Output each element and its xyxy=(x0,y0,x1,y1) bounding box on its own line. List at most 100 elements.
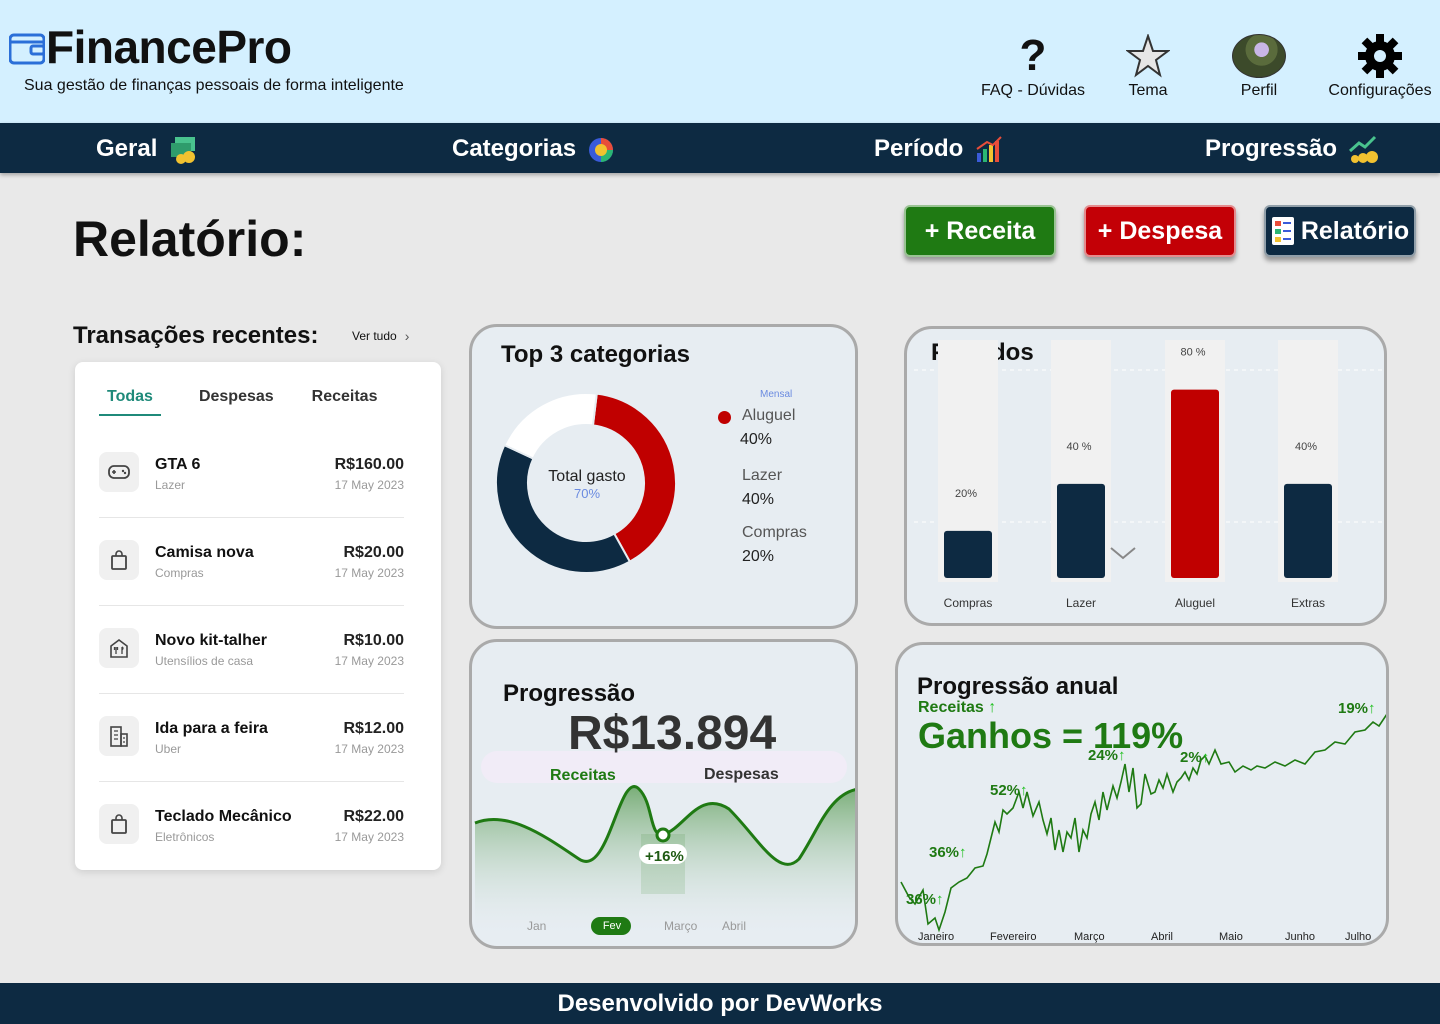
chart-marker: 2%↑ xyxy=(1180,749,1209,766)
transaction-category: Utensílios de casa xyxy=(155,654,254,668)
footer: Desenvolvido por DevWorks xyxy=(0,983,1440,1024)
theme-label: Tema xyxy=(1128,82,1168,99)
transaction-date: 17 May 2023 xyxy=(334,566,404,580)
transaction-amount: R$160.00 xyxy=(334,456,404,473)
chart-marker: 24%↑ xyxy=(1088,747,1126,764)
chart-marker: 36%↑ xyxy=(906,891,944,908)
star-icon xyxy=(1126,34,1170,78)
report-button[interactable]: Relatório xyxy=(1264,205,1416,257)
legend-value: 20% xyxy=(742,548,775,565)
nav-progression-label: Progressão xyxy=(1205,135,1338,162)
month-label[interactable]: Março xyxy=(664,919,697,933)
nav-item-period[interactable]: Período xyxy=(874,133,1005,165)
x-axis-label: Fevereiro xyxy=(990,931,1037,943)
nav-item-categories[interactable]: Categorias xyxy=(452,133,618,165)
transactions-card: Todas Despesas Receitas GTA 6 Lazer R$16… xyxy=(75,362,441,870)
transaction-row[interactable]: Camisa nova Compras R$20.00 17 May 2023 xyxy=(99,518,404,606)
donut-center-value: 70% xyxy=(573,486,601,501)
bar-chart-icon xyxy=(976,136,1003,162)
legend-item-compras: Compras 20% xyxy=(742,524,807,566)
x-axis-label: Janeiro xyxy=(918,931,955,943)
faq-label: FAQ - Dúvidas xyxy=(980,82,1086,99)
bar-value-label: 80 % xyxy=(1180,347,1205,359)
transaction-row[interactable]: Teclado Mecânico Eletrônicos R$22.00 17 … xyxy=(99,782,404,870)
periods-bar-chart: Compras 20% Lazer 40 % Aluguel 80 % Extras 40% xyxy=(914,340,1384,610)
chart-marker-value: 24% xyxy=(1088,747,1119,764)
chart-marker-value: 19% xyxy=(1338,700,1369,717)
growth-icon xyxy=(1349,135,1379,163)
question-icon: ? xyxy=(1019,31,1047,80)
arrow-up-icon: ↑ xyxy=(1201,749,1210,766)
bar-category-label: Extras xyxy=(1291,596,1325,610)
month-label[interactable]: Jan xyxy=(527,919,546,933)
bar-value-label: 20% xyxy=(955,488,977,500)
top-categories-panel: Top 3 categorias Total gasto 70% Mensal … xyxy=(469,324,858,629)
transaction-category: Lazer xyxy=(155,478,186,492)
transaction-amount: R$22.00 xyxy=(343,808,405,825)
legend-value: 40% xyxy=(742,491,775,508)
annual-progression-panel: Progressão anual Receitas ↑ Ganhos = 119… xyxy=(895,642,1389,946)
nav-general-label: Geral xyxy=(96,135,158,162)
progression-point xyxy=(655,827,671,843)
tab-income[interactable]: Receitas xyxy=(312,388,378,416)
progression-panel: Progressão R$13.894 Receitas Despesas +1… xyxy=(469,639,858,949)
transaction-category: Uber xyxy=(155,742,182,756)
chart-marker-value: 36% xyxy=(929,844,960,861)
nav-item-general[interactable]: Geral xyxy=(96,133,199,165)
chart-marker-value: 36% xyxy=(906,891,937,908)
building-icon xyxy=(99,716,139,756)
income-legend: Receitas xyxy=(550,767,616,784)
theme-button[interactable]: Tema xyxy=(1120,32,1176,100)
chart-marker-value: 2% xyxy=(1180,749,1202,766)
profile-label: Perfil xyxy=(1240,82,1278,99)
annual-title: Progressão anual xyxy=(917,673,1119,700)
see-all-link[interactable]: Ver tudo › xyxy=(352,328,409,344)
chart-marker: 52%↑ xyxy=(990,782,1028,799)
app-subtitle: Sua gestão de finanças pessoais de forma… xyxy=(24,77,404,94)
progression-badge: +16% xyxy=(645,848,684,865)
bar-value-label: 40 % xyxy=(1066,441,1091,453)
tab-expenses[interactable]: Despesas xyxy=(199,388,274,416)
transaction-name: Teclado Mecânico xyxy=(155,808,292,825)
add-income-button[interactable]: + Receita xyxy=(904,205,1056,257)
month-label[interactable]: Abril xyxy=(722,919,746,933)
transaction-row[interactable]: Ida para a feira Uber R$12.00 17 May 202… xyxy=(99,694,404,782)
profile-button[interactable]: Perfil xyxy=(1231,32,1287,100)
app-title: FinancePro xyxy=(46,21,292,73)
arrow-up-icon: ↑ xyxy=(959,844,967,861)
transaction-row[interactable]: GTA 6 Lazer R$160.00 17 May 2023 xyxy=(99,430,404,518)
transaction-amount: R$10.00 xyxy=(343,632,405,649)
transaction-date: 17 May 2023 xyxy=(334,654,404,668)
x-axis-label: Março xyxy=(1074,931,1105,943)
bar-category-label: Compras xyxy=(944,596,993,610)
chart-marker-value: 52% xyxy=(990,782,1021,799)
transaction-row[interactable]: Novo kit-talher Utensílios de casa R$10.… xyxy=(99,606,404,694)
chevron-down-icon xyxy=(1110,547,1136,560)
periods-panel: Períodos Compras20%Lazer40 %Aluguel80 %E… xyxy=(904,326,1387,626)
transactions-title: Transações recentes: xyxy=(73,322,319,349)
shopping-bag-icon xyxy=(99,804,139,844)
page-title: Relatório: xyxy=(73,211,307,267)
transaction-amount: R$20.00 xyxy=(343,544,405,561)
x-axis-label: Abril xyxy=(1151,931,1174,943)
faq-button[interactable]: ? FAQ - Dúvidas xyxy=(979,32,1087,100)
transaction-date: 17 May 2023 xyxy=(334,478,404,492)
transaction-name: Camisa nova xyxy=(155,544,254,561)
x-axis-label: Julho xyxy=(1345,931,1372,943)
period-dropdown[interactable]: Mensal xyxy=(760,389,792,400)
tab-all[interactable]: Todas xyxy=(99,388,161,416)
legend-name: Aluguel xyxy=(742,407,796,424)
report-label: Relatório xyxy=(1300,216,1410,245)
nav-item-progression[interactable]: Progressão xyxy=(1205,133,1379,165)
legend-item-aluguel: Aluguel 40% xyxy=(718,407,796,449)
transaction-date: 17 May 2023 xyxy=(334,742,404,756)
chevron-right-icon: › xyxy=(404,328,410,344)
pie-chart-icon xyxy=(589,138,614,162)
bar-category-label: Lazer xyxy=(1066,596,1096,610)
chart-marker: 19%↑ xyxy=(1338,700,1376,717)
top-categories-title: Top 3 categorias xyxy=(501,341,690,368)
settings-button[interactable]: Configurações xyxy=(1324,32,1436,100)
bar-lazer xyxy=(1057,483,1105,578)
month-label-selected[interactable]: Fev xyxy=(592,920,632,932)
add-expense-button[interactable]: + Despesa xyxy=(1084,205,1236,257)
